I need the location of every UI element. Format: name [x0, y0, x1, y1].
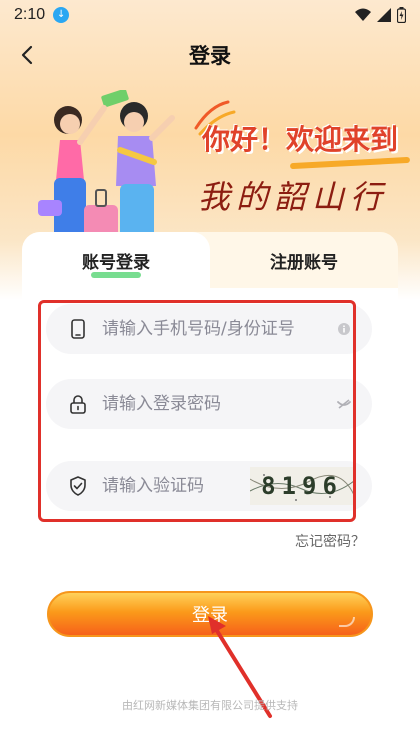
- tab-account-login[interactable]: 账号登录: [22, 232, 210, 288]
- login-button-label: 登录: [192, 605, 228, 626]
- phone-input[interactable]: [102, 319, 322, 339]
- info-icon[interactable]: [336, 321, 352, 337]
- captcha-code: 8196: [261, 472, 343, 500]
- banner-greeting: 你好！欢迎来到: [202, 124, 399, 155]
- status-time: 2:10: [14, 6, 46, 23]
- captcha-image[interactable]: 8196: [250, 467, 354, 505]
- nav-bar: 登录: [0, 30, 420, 78]
- shield-check-icon: [68, 476, 88, 496]
- banner-slogan: 我的韶山行: [198, 178, 389, 216]
- tab-account-login-label: 账号登录: [82, 252, 150, 272]
- status-bar: 2:10 ↓: [0, 0, 420, 30]
- login-button[interactable]: 登录: [47, 591, 373, 637]
- eye-closed-icon[interactable]: [336, 396, 352, 412]
- tab-register[interactable]: 注册账号: [210, 232, 398, 288]
- phone-icon: [68, 319, 88, 339]
- wifi-icon: [355, 8, 371, 21]
- signal-icon: [377, 8, 391, 22]
- footer-credit: 由红网新媒体集团有限公司提供支持: [122, 699, 298, 712]
- captcha-input[interactable]: [102, 476, 232, 496]
- lock-icon: [68, 394, 88, 414]
- captcha-field: 8196: [46, 461, 372, 511]
- battery-icon: [397, 7, 406, 23]
- tab-register-label: 注册账号: [270, 252, 338, 272]
- active-tab-indicator: [91, 272, 141, 278]
- login-tabs: 账号登录 注册账号: [22, 232, 398, 292]
- password-field: [46, 379, 372, 429]
- status-icons: [355, 7, 406, 23]
- button-shine: [339, 617, 355, 627]
- password-input[interactable]: [102, 394, 322, 414]
- download-icon: ↓: [53, 7, 70, 23]
- forgot-password-link[interactable]: 忘记密码？: [295, 531, 365, 551]
- page-title: 登录: [189, 45, 231, 68]
- phone-field: [46, 304, 372, 354]
